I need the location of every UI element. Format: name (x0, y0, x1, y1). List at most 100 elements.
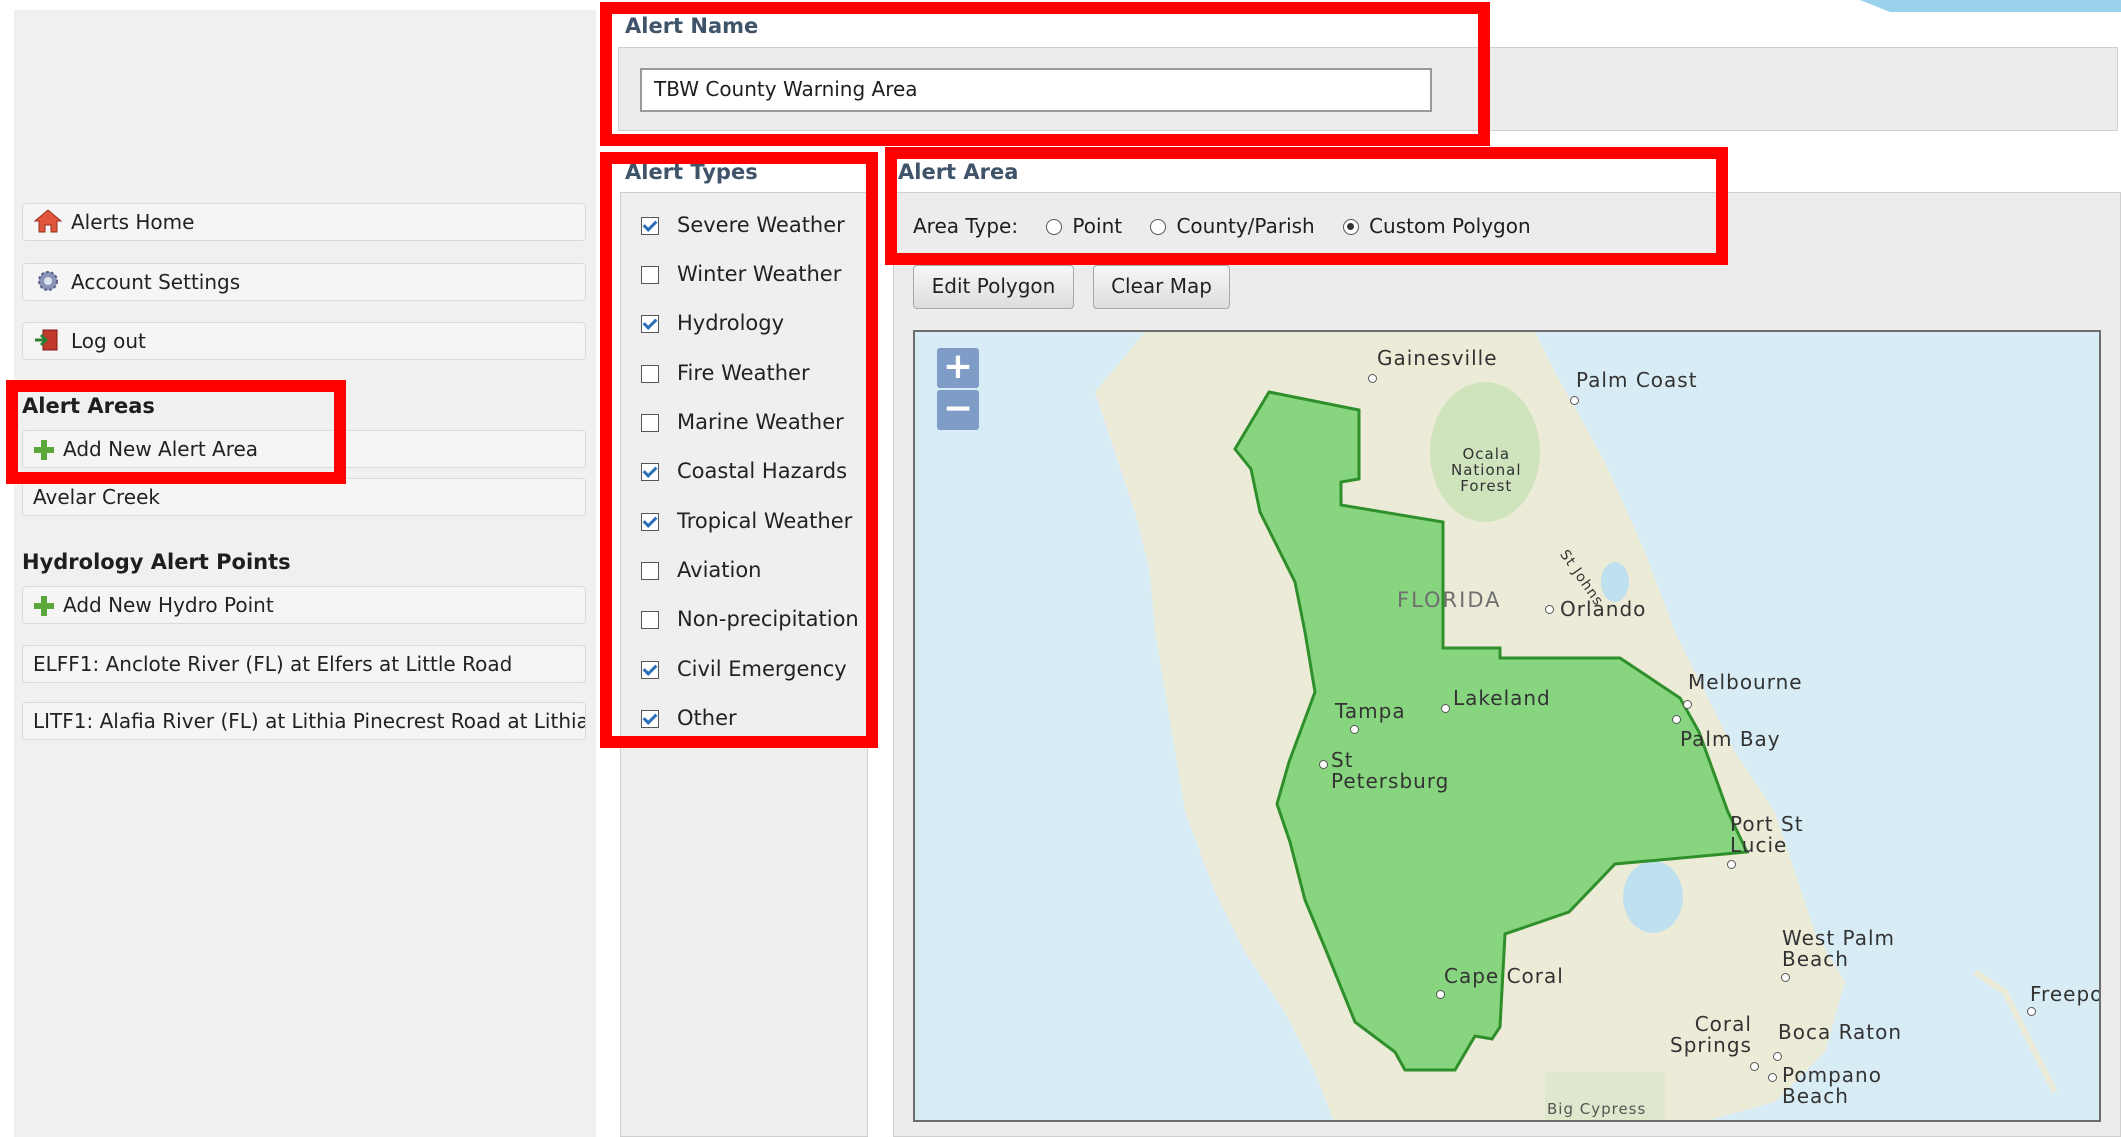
checkbox[interactable] (641, 513, 659, 531)
alert-type-label: Other (677, 706, 737, 730)
alert-type-aviation[interactable]: Aviation (641, 558, 762, 588)
alert-type-label: Hydrology (677, 311, 785, 335)
area-type-option-point[interactable]: Point (1024, 214, 1122, 238)
city-marker (1319, 760, 1328, 769)
alert-type-fire-weather[interactable]: Fire Weather (641, 361, 810, 391)
add-new-alert-area-button[interactable]: Add New Alert Area (22, 430, 586, 468)
clear-map-button[interactable]: Clear Map (1093, 265, 1230, 309)
alert-type-marine-weather[interactable]: Marine Weather (641, 410, 844, 440)
plus-icon (33, 439, 55, 461)
map-label-palm-bay: Palm Bay (1680, 727, 1781, 751)
alert-type-other[interactable]: Other (641, 706, 737, 736)
alerts-home-label: Alerts Home (71, 210, 195, 234)
alert-area-title: Alert Area (898, 160, 1019, 184)
map-label-pompano-beach: Pompano Beach (1782, 1063, 1882, 1108)
account-settings-label: Account Settings (71, 270, 241, 294)
alert-type-severe-weather[interactable]: Severe Weather (641, 213, 845, 243)
checkbox[interactable] (641, 315, 659, 333)
city-marker (1441, 704, 1450, 713)
map-label-ocala-national-forest: Ocala National Forest (1451, 445, 1522, 495)
checkbox[interactable] (641, 661, 659, 679)
area-type-option-label: Point (1072, 214, 1123, 238)
alert-type-label: Non-precipitation (677, 607, 859, 631)
city-marker (1750, 1062, 1759, 1071)
map-label-west-palm-beach: West Palm Beach (1782, 926, 1895, 971)
city-marker (1368, 374, 1377, 383)
home-icon (33, 209, 63, 233)
zoom-in-button[interactable]: + (937, 348, 979, 388)
area-type-label: Area Type: (913, 214, 1019, 238)
area-type-option-county-parish[interactable]: County/Parish (1128, 214, 1315, 238)
radio-button[interactable] (1150, 219, 1167, 235)
account-settings-button[interactable]: Account Settings (22, 263, 586, 301)
city-marker (1570, 396, 1579, 405)
alert-area-item-label: Avelar Creek (33, 485, 160, 509)
radio-button[interactable] (1343, 219, 1360, 235)
checkbox[interactable] (641, 710, 659, 728)
map-label-cape-coral: Cape Coral (1444, 964, 1564, 988)
hydro-point-item[interactable]: ELFF1: Anclote River (FL) at Elfers at L… (22, 645, 586, 683)
alert-type-coastal-hazards[interactable]: Coastal Hazards (641, 459, 847, 489)
map-label-big-cypress: Big Cypress (1547, 1100, 1647, 1118)
map-label-gainesville: Gainesville (1377, 346, 1498, 370)
map-label-lakeland: Lakeland (1453, 686, 1551, 710)
alert-name-input[interactable]: TBW County Warning Area (640, 68, 1432, 112)
add-new-alert-area-label: Add New Alert Area (63, 437, 259, 461)
alert-type-hydrology[interactable]: Hydrology (641, 311, 784, 341)
map[interactable]: + − Gainesville Palm Coast Ocala Nationa… (913, 330, 2101, 1122)
city-marker (2027, 1007, 2036, 1016)
zoom-out-button[interactable]: − (937, 390, 979, 430)
add-new-hydro-point-label: Add New Hydro Point (63, 593, 274, 617)
city-marker (1773, 1052, 1782, 1061)
area-type-option-custom-polygon[interactable]: Custom Polygon (1321, 214, 1531, 238)
map-label-st-petersburg: St Petersburg (1331, 748, 1450, 793)
alert-type-winter-weather[interactable]: Winter Weather (641, 262, 841, 292)
map-label-orlando: Orlando (1560, 597, 1647, 621)
alert-type-label: Severe Weather (677, 213, 845, 237)
city-marker (1683, 700, 1692, 709)
checkbox[interactable] (641, 365, 659, 383)
log-out-button[interactable]: Log out (22, 322, 586, 360)
alerts-home-button[interactable]: Alerts Home (22, 203, 586, 241)
alert-type-label: Coastal Hazards (677, 459, 848, 483)
map-label-tampa: Tampa (1335, 699, 1406, 723)
gear-icon (38, 271, 58, 291)
hydro-point-item-label: LITF1: Alafia River (FL) at Lithia Pinec… (33, 709, 586, 733)
hydrology-alert-points-heading: Hydrology Alert Points (22, 550, 291, 574)
city-marker (1768, 1073, 1777, 1082)
alert-type-civil-emergency[interactable]: Civil Emergency (641, 657, 847, 687)
alert-type-label: Civil Emergency (677, 657, 847, 681)
add-new-hydro-point-button[interactable]: Add New Hydro Point (22, 586, 586, 624)
alert-area-item[interactable]: Avelar Creek (22, 478, 586, 516)
area-type-option-label: County/Parish (1176, 214, 1315, 238)
city-marker (1672, 715, 1681, 724)
checkbox[interactable] (641, 611, 659, 629)
hydro-point-item[interactable]: LITF1: Alafia River (FL) at Lithia Pinec… (22, 702, 586, 740)
radio-button[interactable] (1046, 219, 1063, 235)
checkbox[interactable] (641, 562, 659, 580)
map-label-coral-springs: Coral Springs (1670, 1012, 1752, 1057)
alert-type-non-precipitation[interactable]: Non-precipitation (641, 607, 859, 637)
sidebar: Alerts Home Account Settings Log out Ale… (14, 10, 596, 1137)
checkbox[interactable] (641, 414, 659, 432)
log-out-label: Log out (71, 329, 146, 353)
alert-type-label: Marine Weather (677, 410, 844, 434)
alert-name-title: Alert Name (625, 14, 759, 38)
city-marker (1350, 725, 1359, 734)
map-label-freeport: Freepo (2030, 982, 2101, 1006)
checkbox[interactable] (641, 217, 659, 235)
map-label-palm-coast: Palm Coast (1576, 368, 1698, 392)
edit-polygon-button[interactable]: Edit Polygon (913, 265, 1074, 309)
alert-types-panel: Severe Weather Winter Weather Hydrology … (620, 192, 868, 1137)
city-marker (1436, 990, 1445, 999)
alert-type-label: Winter Weather (677, 262, 842, 286)
map-label-port-st-lucie: Port St Lucie (1730, 812, 1804, 857)
map-label-florida: FLORIDA (1397, 588, 1502, 612)
alert-type-label: Aviation (677, 558, 762, 582)
checkbox[interactable] (641, 463, 659, 481)
alert-types-title: Alert Types (625, 160, 758, 184)
checkbox[interactable] (641, 266, 659, 284)
alert-type-tropical-weather[interactable]: Tropical Weather (641, 509, 852, 539)
logout-icon (35, 329, 58, 351)
map-label-melbourne: Melbourne (1688, 670, 1803, 694)
